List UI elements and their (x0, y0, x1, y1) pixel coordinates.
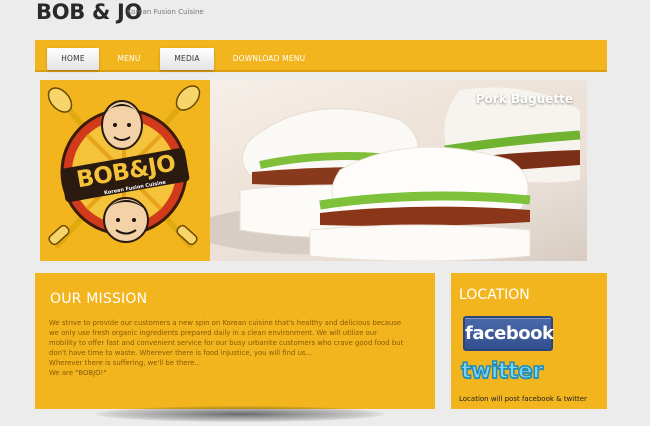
main-navbar: HOME MENU MEDIA DOWNLOAD MENU (35, 40, 607, 72)
photo-caption: Pork Baguette (475, 92, 573, 106)
twitter-icon[interactable]: twitter (460, 358, 561, 386)
mission-panel: OUR MISSION We strive to provide our cus… (35, 273, 435, 409)
pork-baguette-photo: Pork Baguette (210, 80, 587, 261)
mission-line: We strive to provide our customers a new… (49, 319, 402, 327)
mission-line: mobility to offer fast and convenient se… (49, 339, 404, 347)
facebook-icon[interactable]: facebook (463, 316, 554, 351)
sandwich-image (210, 87, 581, 261)
brand-logo: BOB&JO Korean Fusion Cuisine (40, 80, 208, 261)
mission-line: don't have time to waste. Wherever there… (49, 349, 313, 357)
location-panel: LOCATION facebook twitter Location will … (451, 273, 607, 409)
mission-drop-shadow (95, 406, 385, 422)
mission-line: Wherever there is suffering, we'll be th… (49, 359, 202, 367)
nav-media[interactable]: MEDIA (160, 48, 214, 70)
mission-heading: OUR MISSION (50, 291, 148, 307)
hero-banner: BOB&JO Korean Fusion Cuisine Pork Baguet… (40, 80, 587, 261)
site-tagline: Korean Fusion Cuisine (127, 8, 204, 16)
location-heading: LOCATION (459, 287, 530, 303)
nav-download-menu[interactable]: DOWNLOAD MENU (225, 48, 313, 70)
nav-menu[interactable]: MENU (107, 48, 151, 70)
location-note: Location will post facebook & twitter (459, 395, 587, 403)
mission-text: We strive to provide our customers a new… (49, 318, 424, 378)
mission-line: we only use fresh organic ingredients pr… (49, 329, 378, 337)
mission-line: We are "BOBJO!" (49, 369, 107, 377)
nav-home[interactable]: HOME (47, 48, 99, 70)
